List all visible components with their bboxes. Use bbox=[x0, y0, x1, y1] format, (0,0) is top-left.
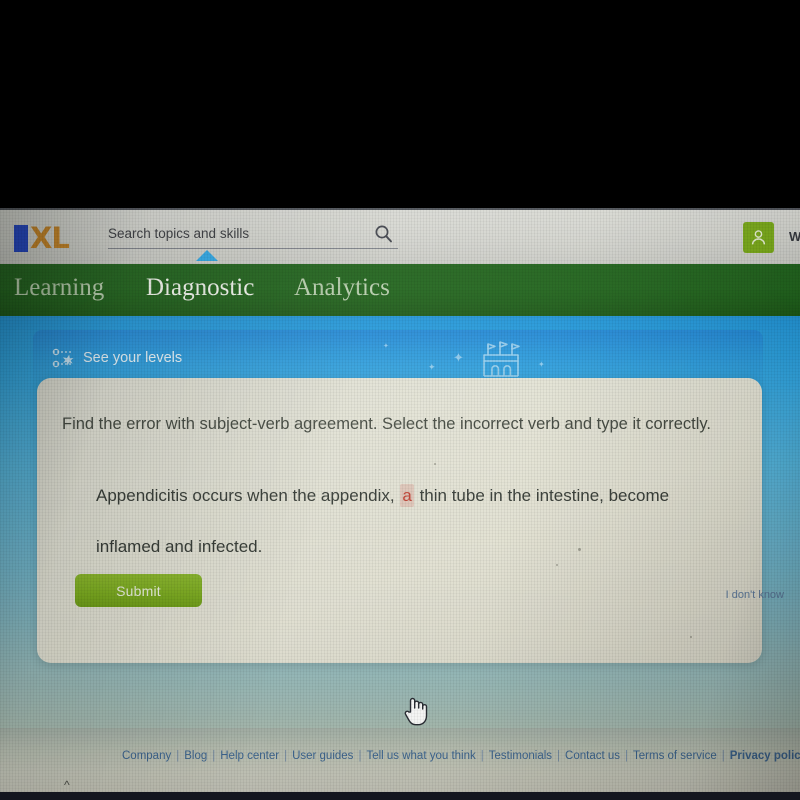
photo-speck bbox=[434, 463, 436, 465]
footer-link-blog[interactable]: Blog bbox=[184, 750, 207, 762]
search-field-wrapper[interactable] bbox=[108, 224, 398, 249]
bottom-chevron-mark: ^ bbox=[64, 778, 70, 792]
sparkle-decoration: ✦ bbox=[383, 343, 389, 350]
search-icon[interactable] bbox=[374, 224, 394, 244]
footer-link-company[interactable]: Company bbox=[122, 750, 171, 762]
active-tab-indicator bbox=[196, 250, 218, 261]
sparkle-decoration: ✦ bbox=[428, 362, 436, 372]
screen-content: XL W Learning bbox=[0, 208, 800, 792]
levels-slider-icon bbox=[51, 347, 77, 369]
sparkle-decoration: ✦ bbox=[453, 350, 464, 365]
castle-flags-icon bbox=[478, 340, 524, 382]
site-footer: Company | Blog | Help center | User guides | Tel… bbox=[0, 728, 800, 792]
nav-tab-analytics[interactable]: Analytics bbox=[294, 274, 390, 302]
user-name-label: W bbox=[789, 229, 800, 244]
footer-link-privacy-policy[interactable]: Privacy policy bbox=[730, 750, 800, 762]
selected-word-a[interactable]: a bbox=[400, 484, 414, 507]
photo-speck bbox=[556, 564, 558, 566]
dont-know-link[interactable]: I don't know bbox=[726, 589, 784, 601]
sentence-part-after[interactable]: thin tube in the intestine, become bbox=[419, 485, 671, 506]
photo-speck bbox=[578, 548, 581, 551]
footer-separator: | bbox=[721, 750, 725, 762]
main-navigation: Learning Diagnostic Analytics bbox=[0, 264, 800, 316]
site-header: XL W bbox=[0, 208, 800, 266]
question-sentence: Appendicitis occurs when the appendix, a… bbox=[95, 470, 735, 572]
user-avatar-button[interactable] bbox=[743, 222, 774, 253]
footer-separator: | bbox=[358, 750, 362, 762]
footer-separator: | bbox=[480, 750, 484, 762]
footer-separator: | bbox=[176, 750, 180, 762]
screen-bezel-top bbox=[0, 0, 800, 208]
screenshot-root: XL W Learning bbox=[0, 0, 800, 800]
nav-tab-learning[interactable]: Learning bbox=[14, 274, 104, 302]
question-prompt: Find the error with subject-verb agreeme… bbox=[62, 415, 711, 433]
sentence-part-before[interactable]: Appendicitis occurs when the appendix, bbox=[95, 485, 396, 506]
footer-link-terms-of-service[interactable]: Terms of service bbox=[633, 750, 717, 762]
logo-i-bar bbox=[14, 225, 28, 252]
footer-separator: | bbox=[284, 750, 288, 762]
photo-speck bbox=[690, 636, 692, 638]
footer-separator: | bbox=[625, 750, 629, 762]
sparkle-decoration: ✦ bbox=[538, 360, 545, 369]
pointing-hand-cursor bbox=[402, 694, 428, 726]
submit-button[interactable]: Submit bbox=[75, 574, 202, 607]
footer-link-help-center[interactable]: Help center bbox=[220, 750, 279, 762]
footer-links: Company | Blog | Help center | User guides | Tel… bbox=[122, 750, 800, 762]
search-input[interactable] bbox=[108, 226, 358, 241]
footer-link-testimonials[interactable]: Testimonials bbox=[489, 750, 552, 762]
footer-link-contact-us[interactable]: Contact us bbox=[565, 750, 620, 762]
user-avatar-icon bbox=[751, 230, 766, 245]
footer-link-user-guides[interactable]: User guides bbox=[292, 750, 353, 762]
nav-tab-diagnostic[interactable]: Diagnostic bbox=[146, 274, 254, 302]
logo-xl-text: XL bbox=[30, 221, 70, 255]
see-your-levels-label: See your levels bbox=[83, 350, 183, 366]
question-card: Find the error with subject-verb agreeme… bbox=[37, 378, 784, 663]
footer-separator: | bbox=[557, 750, 561, 762]
screen-bezel-bottom bbox=[0, 792, 800, 800]
sentence-line-2[interactable]: inflamed and infected. bbox=[95, 536, 263, 557]
footer-link-tell-us-what-you-think[interactable]: Tell us what you think bbox=[366, 750, 475, 762]
footer-separator: | bbox=[212, 750, 216, 762]
ixl-logo[interactable]: XL bbox=[14, 224, 92, 253]
